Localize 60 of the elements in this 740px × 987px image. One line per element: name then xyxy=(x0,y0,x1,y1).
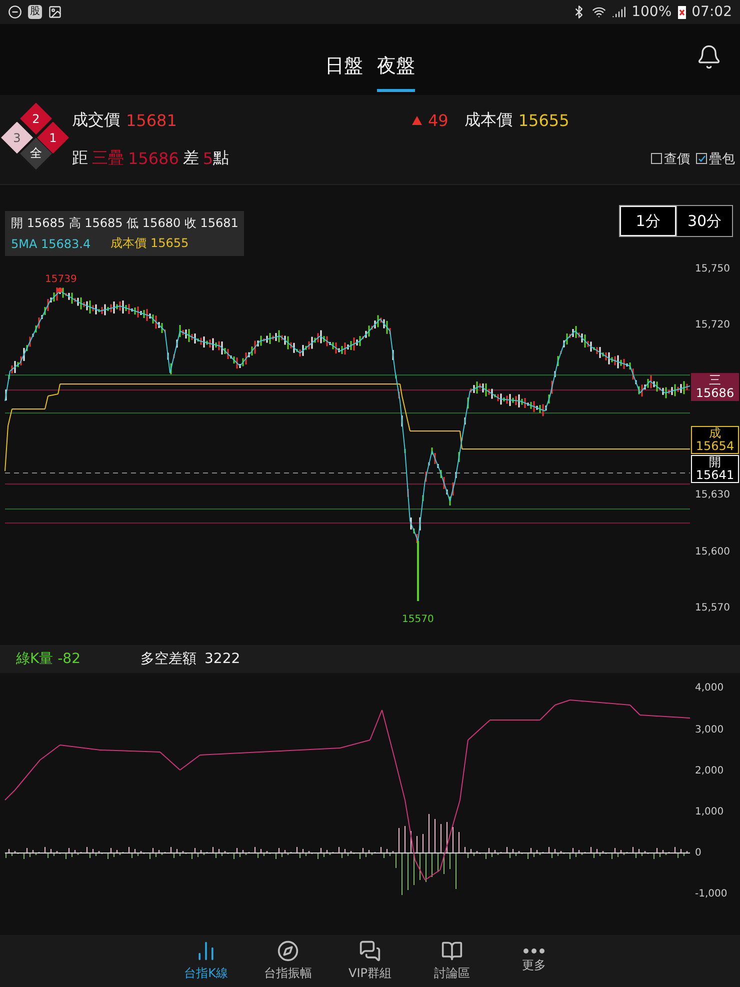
interval-button[interactable]: 30分 xyxy=(676,206,732,236)
checkbox-icon[interactable] xyxy=(696,153,707,164)
spread-axis-label: 4,000 xyxy=(695,682,724,694)
price-axis-label: 15,750 xyxy=(695,264,730,275)
price-axis-label: 15,600 xyxy=(695,546,730,558)
nav-item[interactable]: 討論區 xyxy=(415,935,489,987)
wifi-icon xyxy=(592,4,606,19)
price-level-tag: 三 15686 xyxy=(691,373,739,402)
price-axis-label: 15,720 xyxy=(695,320,730,331)
moving-average-value: 5MA 15683.4 xyxy=(11,236,91,251)
spread-axis-label: 1,000 xyxy=(695,806,724,818)
battery-percent: 100% xyxy=(632,4,672,20)
cost-price-legend: 成本價 15655 xyxy=(110,235,189,252)
compass-icon xyxy=(277,940,299,962)
spread-label: 多空差額 xyxy=(140,650,196,668)
difference-label: 差 xyxy=(182,148,199,170)
bell-icon[interactable] xyxy=(696,44,722,70)
points-unit: 點 xyxy=(213,148,230,170)
spread-axis-label: 3,000 xyxy=(695,724,724,736)
nav-item[interactable]: 台指K線 xyxy=(169,935,243,987)
cost-price-value: 15655 xyxy=(518,110,570,130)
spread-axis-label: -1,000 xyxy=(695,888,728,900)
checkbox-icon[interactable] xyxy=(651,153,662,164)
clock-time: 07:02 xyxy=(692,4,732,20)
interval-button[interactable]: 1分 xyxy=(620,206,676,236)
option-checkbox[interactable]: 查價 xyxy=(651,150,690,168)
last-price-value: 15681 xyxy=(126,110,177,130)
app-badge-icon: 股 xyxy=(28,4,42,19)
minus-circle-icon xyxy=(8,4,22,19)
price-axis-label: 15,630 xyxy=(695,490,730,501)
nav-item[interactable]: 更多 xyxy=(497,935,571,987)
last-price-label: 成交價 xyxy=(72,110,120,131)
price-level-tag: 成 15654 xyxy=(691,426,739,454)
price-change: 49 xyxy=(428,110,448,130)
nav-item[interactable]: 台指振幅 xyxy=(251,935,325,987)
nav-item[interactable]: VIP群組 xyxy=(333,935,407,987)
difference-value: 5 xyxy=(202,149,214,168)
price-axis-label: 15,570 xyxy=(695,602,730,614)
ohlc-values: 開 15685 高 15685 低 15680 收 15681 xyxy=(11,215,238,232)
session-high-label: 15739 xyxy=(45,274,77,286)
session-low-label: 15570 xyxy=(402,614,434,626)
cost-price-label: 成本價 xyxy=(464,110,512,131)
option-checkbox[interactable]: 疊包 xyxy=(696,150,735,168)
level-name: 三疊 xyxy=(92,148,124,170)
signal-icon xyxy=(612,4,626,19)
image-icon xyxy=(48,4,62,19)
spread-axis-label: 0 xyxy=(695,848,702,859)
spread-axis-label: 2,000 xyxy=(695,766,724,777)
session-tab[interactable]: 夜盤 xyxy=(377,40,415,92)
level-price: 15686 xyxy=(128,149,179,168)
price-level-tag: 開 15641 xyxy=(691,455,739,484)
chat-bubbles-icon xyxy=(359,940,381,962)
spread-value: 3222 xyxy=(204,651,240,668)
book-icon xyxy=(441,940,463,962)
down-volume: 綠K量 -82 xyxy=(16,650,80,668)
battery-icon xyxy=(678,4,686,19)
distance-prefix: 距 xyxy=(72,148,88,170)
up-triangle-icon xyxy=(412,116,422,125)
session-tab[interactable]: 日盤 xyxy=(325,40,363,92)
more-icon xyxy=(523,948,545,954)
